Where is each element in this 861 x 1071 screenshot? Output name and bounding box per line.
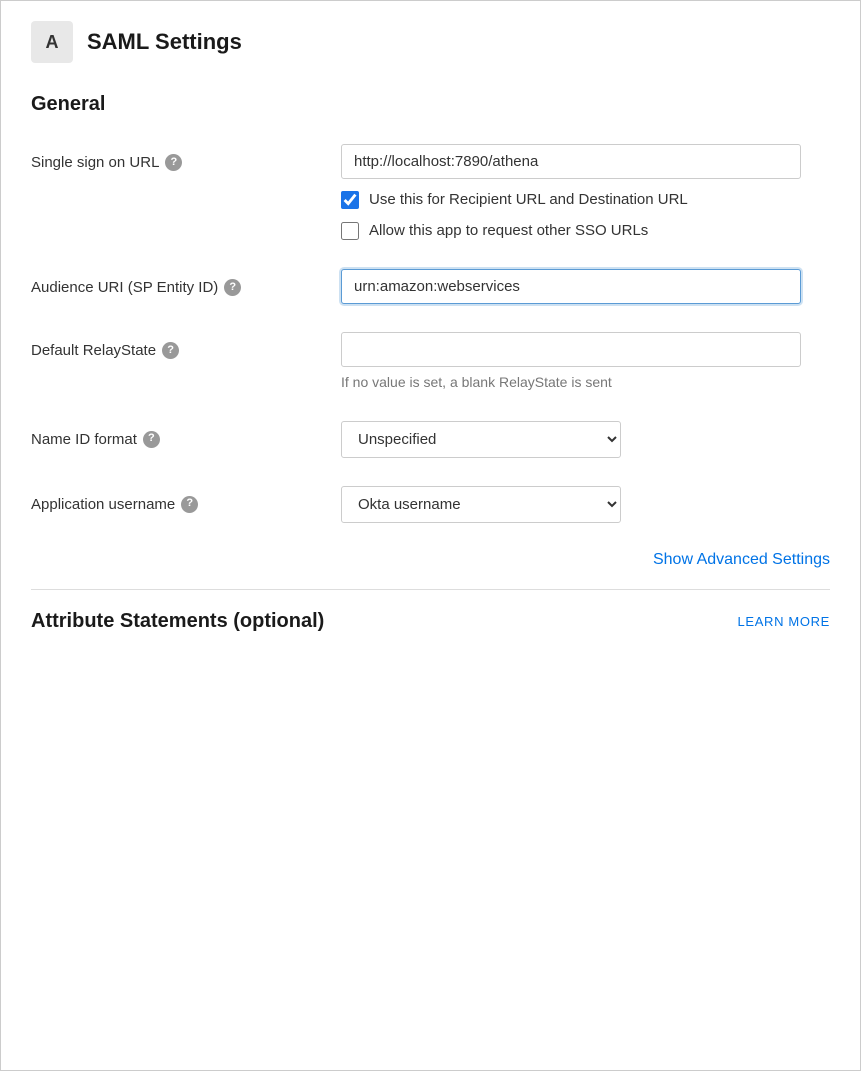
other-sso-label: Allow this app to request other SSO URLs — [369, 220, 648, 241]
general-section-heading: General — [31, 93, 830, 116]
attribute-statements-heading: Attribute Statements (optional) — [31, 610, 324, 633]
relay-state-label: Default RelayState ? — [31, 332, 341, 361]
single-sign-on-help-icon[interactable]: ? — [165, 154, 182, 171]
recipient-url-checkbox[interactable] — [341, 191, 359, 209]
learn-more-link[interactable]: LEARN MORE — [738, 614, 830, 629]
application-username-select[interactable]: Okta username Email Custom — [341, 486, 621, 523]
application-username-label: Application username ? — [31, 486, 341, 515]
page-title: SAML Settings — [87, 29, 242, 55]
name-id-format-row: Name ID format ? Unspecified EmailAddres… — [31, 421, 830, 458]
advanced-settings-row: Show Advanced Settings — [31, 551, 830, 569]
recipient-url-checkbox-row: Use this for Recipient URL and Destinati… — [341, 189, 830, 210]
application-username-row: Application username ? Okta username Ema… — [31, 486, 830, 523]
page-header: A SAML Settings — [31, 21, 830, 63]
single-sign-on-input[interactable] — [341, 144, 801, 179]
single-sign-on-label: Single sign on URL ? — [31, 144, 341, 173]
relay-state-hint: If no value is set, a blank RelayState i… — [341, 373, 830, 393]
audience-uri-help-icon[interactable]: ? — [224, 279, 241, 296]
header-icon: A — [31, 21, 73, 63]
audience-uri-input[interactable] — [341, 269, 801, 304]
other-sso-checkbox[interactable] — [341, 222, 359, 240]
audience-uri-field — [341, 269, 830, 304]
audience-uri-row: Audience URI (SP Entity ID) ? — [31, 269, 830, 304]
section-divider — [31, 589, 830, 590]
relay-state-help-icon[interactable]: ? — [162, 342, 179, 359]
single-sign-on-field: Use this for Recipient URL and Destinati… — [341, 144, 830, 241]
relay-state-field: If no value is set, a blank RelayState i… — [341, 332, 830, 393]
recipient-url-label: Use this for Recipient URL and Destinati… — [369, 189, 688, 210]
application-username-help-icon[interactable]: ? — [181, 496, 198, 513]
name-id-format-select[interactable]: Unspecified EmailAddress Persistent Tran… — [341, 421, 621, 458]
relay-state-row: Default RelayState ? If no value is set,… — [31, 332, 830, 393]
show-advanced-settings-link[interactable]: Show Advanced Settings — [653, 551, 830, 569]
attribute-statements-header: Attribute Statements (optional) LEARN MO… — [31, 610, 830, 633]
audience-uri-label: Audience URI (SP Entity ID) ? — [31, 269, 341, 298]
relay-state-input[interactable] — [341, 332, 801, 367]
name-id-format-help-icon[interactable]: ? — [143, 431, 160, 448]
name-id-format-label: Name ID format ? — [31, 421, 341, 450]
single-sign-on-row: Single sign on URL ? Use this for Recipi… — [31, 144, 830, 241]
name-id-format-field: Unspecified EmailAddress Persistent Tran… — [341, 421, 830, 458]
application-username-field: Okta username Email Custom — [341, 486, 830, 523]
other-sso-checkbox-row: Allow this app to request other SSO URLs — [341, 220, 830, 241]
